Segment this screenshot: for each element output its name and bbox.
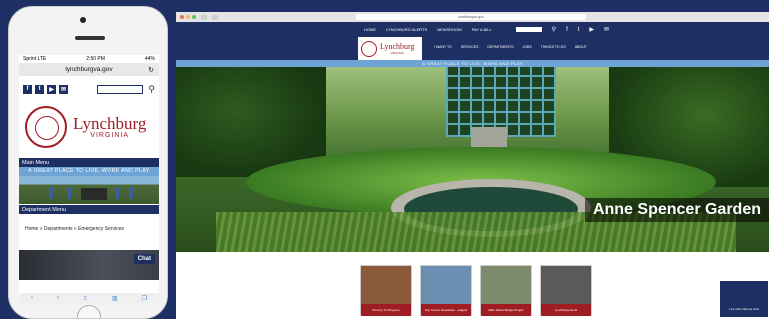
- person-figure: [115, 187, 119, 199]
- department-menu-button[interactable]: Department Menu: [19, 205, 159, 214]
- feature-card[interactable]: Poverty To Progress: [360, 265, 412, 316]
- mobile-social-row: f t ▶ ✉ ⚲: [19, 76, 159, 96]
- feature-card[interactable]: Lynchburg Alerts: [540, 265, 592, 316]
- card-label: City Source Newsletter - August: [421, 304, 471, 316]
- person-figure: [129, 187, 133, 199]
- close-window-icon[interactable]: [180, 15, 184, 19]
- search-icon[interactable]: ⚲: [552, 26, 556, 33]
- bookmarks-icon[interactable]: ▥: [112, 295, 118, 302]
- nav-i-want-to[interactable]: I WANT TO: [434, 45, 452, 49]
- browser-chrome: lynchburgva.gov: [176, 12, 769, 22]
- mobile-tagline: A GREAT PLACE TO LIVE, WORK AND PLAY: [19, 167, 159, 176]
- chat-button[interactable]: Chat: [133, 254, 155, 264]
- email-icon[interactable]: ✉: [604, 26, 609, 33]
- card-image: [361, 266, 411, 304]
- desktop-logo[interactable]: Lynchburg VIRGINIA: [358, 37, 422, 60]
- mobile-status-bar: Sprint LTE 2:50 PM 44%: [19, 55, 159, 63]
- minimize-window-icon[interactable]: [186, 15, 190, 19]
- phone-camera: [80, 17, 86, 23]
- logo-city-name: Lynchburg: [73, 114, 147, 133]
- back-icon[interactable]: [201, 14, 207, 20]
- nav-lynchburg-alerts[interactable]: LYNCHBURG ALERTS: [386, 27, 427, 32]
- logo-state-name: VIRGINIA: [390, 50, 404, 55]
- nav-about[interactable]: ABOUT: [575, 45, 587, 49]
- nav-pay-a-bill[interactable]: PAY A BILL: [472, 27, 492, 32]
- tabs-icon[interactable]: ❐: [142, 295, 147, 302]
- feature-cards: Poverty To Progress City Source Newslett…: [360, 265, 592, 316]
- carrier-label: Sprint LTE: [23, 56, 47, 62]
- forward-icon[interactable]: [212, 14, 218, 20]
- card-image: [481, 266, 531, 304]
- utility-nav: HOME LYNCHBURG ALERTS NEWSROOM PAY A BIL…: [176, 22, 769, 37]
- back-icon[interactable]: ‹: [31, 295, 33, 301]
- hero-image: Anne Spencer Garden: [176, 67, 769, 252]
- maximize-window-icon[interactable]: [192, 15, 196, 19]
- main-menu-button[interactable]: Main Menu: [19, 158, 159, 167]
- desktop-search-input[interactable]: [515, 27, 542, 32]
- mobile-banner-photo: [19, 176, 159, 204]
- mobile-phone-mockup: Sprint LTE 2:50 PM 44% lynchburgva.gov ↻…: [8, 6, 168, 319]
- nav-home[interactable]: HOME: [364, 27, 376, 32]
- feature-card[interactable]: Main Street Bridge Project: [480, 265, 532, 316]
- city-seal-logo: [25, 106, 67, 148]
- department-sign: [81, 188, 107, 200]
- nav-newsroom[interactable]: NEWSROOM: [437, 27, 461, 32]
- logo-city-name: Lynchburg: [380, 41, 415, 51]
- site-header: Lynchburg VIRGINIA I WANT TO SERVICES DE…: [176, 37, 769, 60]
- twitter-icon[interactable]: t: [35, 84, 44, 94]
- desktop-url-bar[interactable]: lynchburgva.gov: [356, 14, 586, 20]
- feature-card[interactable]: City Source Newsletter - August: [420, 265, 472, 316]
- refresh-icon[interactable]: ↻: [148, 66, 154, 74]
- mobile-content-photo: Chat: [19, 250, 159, 280]
- primary-nav: I WANT TO SERVICES DEPARTMENTS JOBS THIN…: [434, 45, 587, 49]
- person-figure: [49, 187, 53, 199]
- battery-label: 44%: [144, 56, 155, 62]
- youtube-icon[interactable]: ▶: [47, 84, 56, 94]
- card-label: Main Street Bridge Project: [481, 304, 531, 316]
- search-icon[interactable]: ⚲: [148, 84, 155, 95]
- share-icon[interactable]: ⇪: [83, 295, 88, 302]
- clock-label: 2:50 PM: [86, 56, 105, 62]
- nav-services[interactable]: SERVICES: [461, 45, 479, 49]
- phone-speaker: [75, 36, 105, 40]
- person-figure: [67, 187, 71, 199]
- facebook-icon[interactable]: f: [23, 84, 32, 94]
- mobile-search-input[interactable]: [97, 84, 144, 94]
- desktop-tagline: A GREAT PLACE TO LIVE, WORK AND PLAY: [176, 60, 769, 67]
- facebook-icon[interactable]: f: [566, 27, 568, 33]
- card-image: [541, 266, 591, 304]
- citizens-first-badge[interactable]: Live with Citizens First: [719, 280, 769, 318]
- mobile-browser-toolbar: ‹ › ⇪ ▥ ❐: [19, 293, 159, 303]
- card-image: [421, 266, 471, 304]
- desktop-browser-window: lynchburgva.gov HOME LYNCHBURG ALERTS NE…: [176, 12, 769, 319]
- mobile-url-bar[interactable]: lynchburgva.gov ↻: [19, 63, 159, 76]
- nav-things-to-do[interactable]: THINGS TO DO: [541, 45, 566, 49]
- breadcrumb[interactable]: Home » Departments » Emergency Services: [19, 214, 159, 250]
- mobile-url-text: lynchburgva.gov: [65, 66, 113, 73]
- home-button[interactable]: [77, 305, 101, 318]
- card-label: Lynchburg Alerts: [541, 304, 591, 316]
- youtube-icon[interactable]: ▶: [589, 26, 594, 33]
- nav-departments[interactable]: DEPARTMENTS: [487, 45, 513, 49]
- forward-icon[interactable]: ›: [57, 295, 59, 301]
- nav-jobs[interactable]: JOBS: [523, 45, 532, 49]
- hero-caption: Anne Spencer Garden: [584, 198, 769, 222]
- city-seal-logo: [361, 40, 377, 57]
- email-icon[interactable]: ✉: [59, 84, 68, 94]
- card-label: Poverty To Progress: [361, 304, 411, 316]
- mobile-logo[interactable]: Lynchburg VIRGINIA: [19, 96, 159, 158]
- logo-state-name: VIRGINIA: [90, 132, 130, 139]
- twitter-icon[interactable]: t: [578, 27, 580, 33]
- mobile-screen: Sprint LTE 2:50 PM 44% lynchburgva.gov ↻…: [19, 55, 159, 303]
